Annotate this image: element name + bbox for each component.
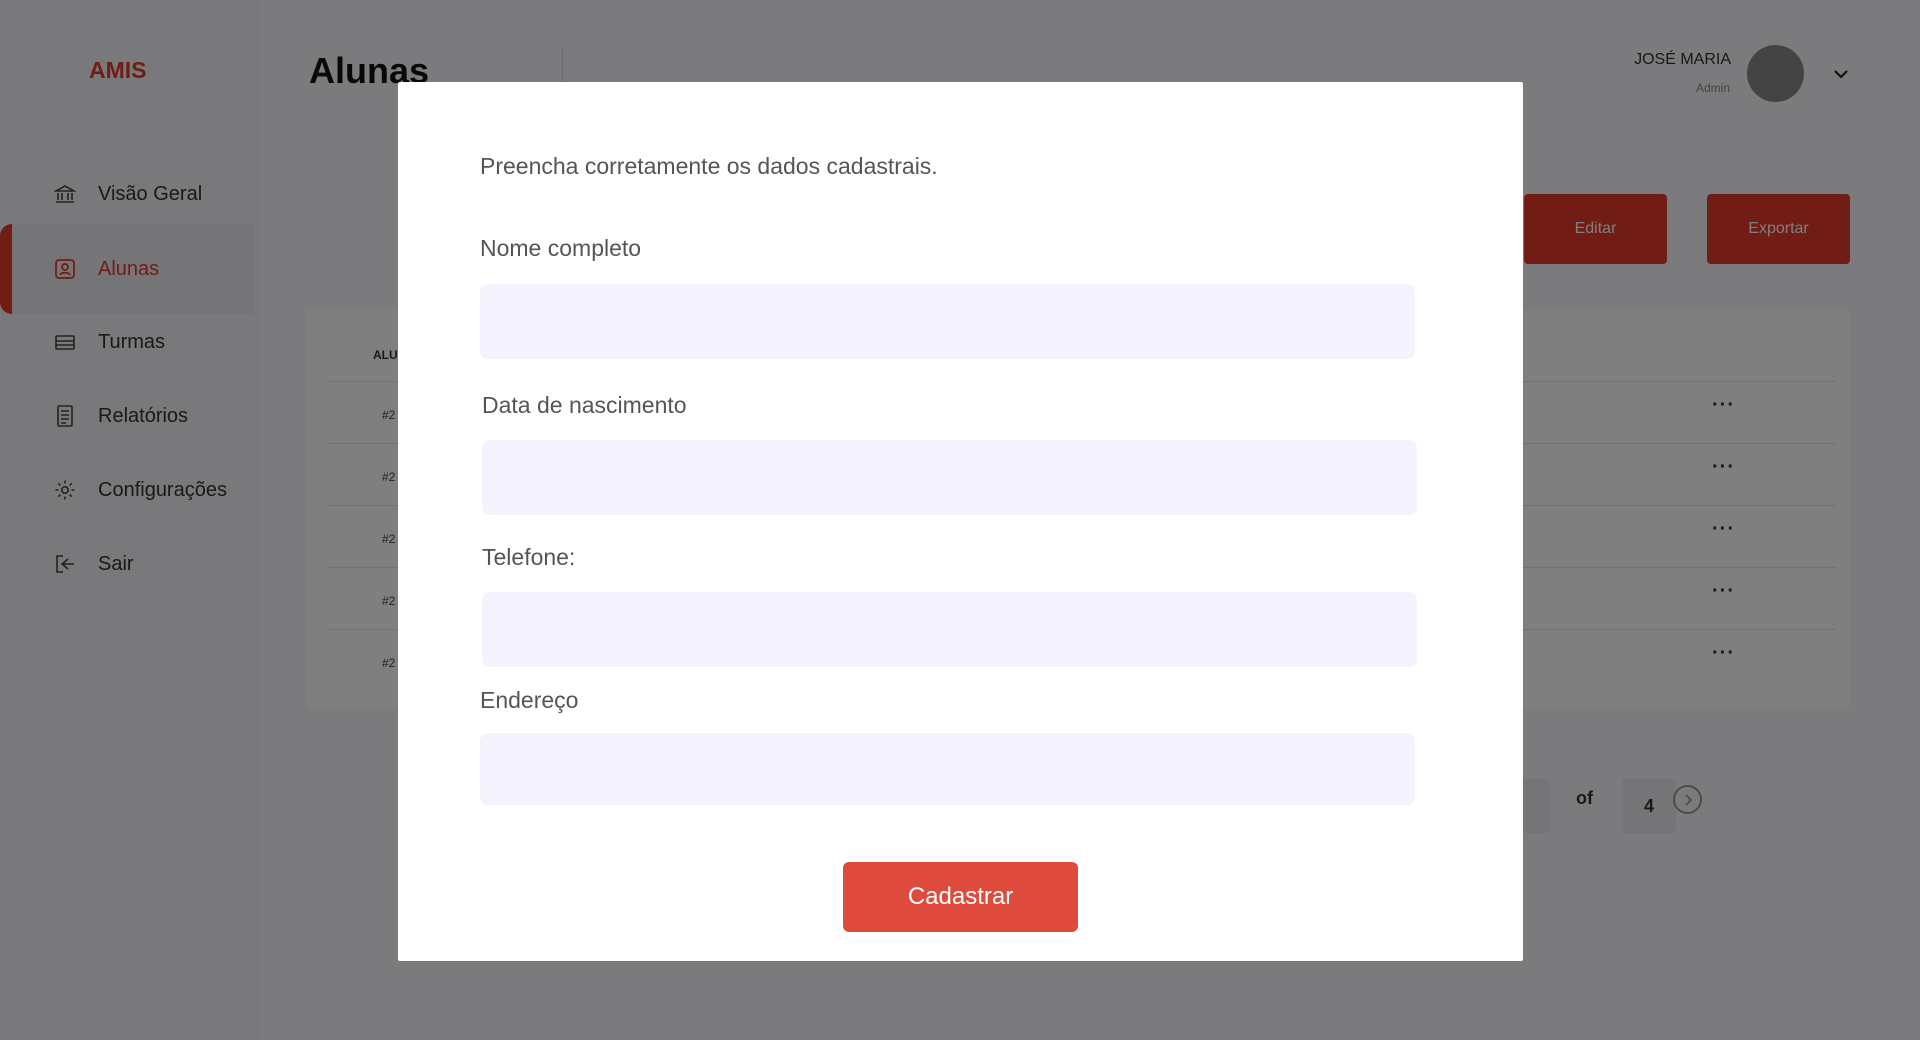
endereco-input[interactable] [480, 733, 1415, 805]
field-label-endereco: Endereço [480, 687, 579, 713]
data-nascimento-input[interactable] [482, 440, 1417, 515]
field-label-data: Data de nascimento [482, 392, 687, 418]
nome-completo-input[interactable] [480, 284, 1415, 359]
modal-intro: Preencha corretamente os dados cadastrai… [480, 153, 938, 179]
field-label-nome: Nome completo [480, 235, 642, 261]
telefone-input[interactable] [482, 592, 1417, 667]
register-modal: Preencha corretamente os dados cadastrai… [398, 82, 1523, 961]
field-label-telefone: Telefone: [482, 544, 576, 570]
cadastrar-button[interactable]: Cadastrar [843, 862, 1078, 932]
